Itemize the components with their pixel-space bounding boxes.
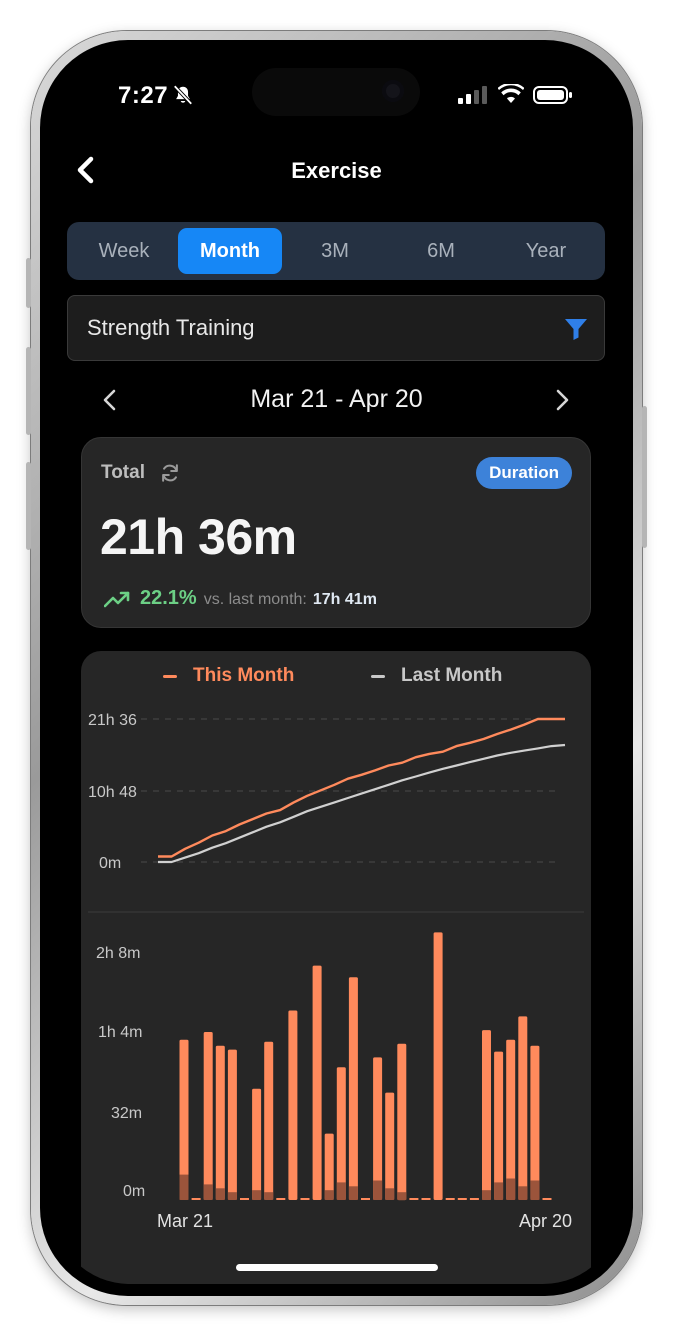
bar-day-20[interactable]: [409, 1198, 419, 1200]
page-title: Exercise: [291, 158, 382, 183]
funnel-icon[interactable]: [564, 317, 588, 341]
bar-overlay-day-13: [324, 1190, 334, 1200]
bar-day-11[interactable]: [300, 1198, 310, 1200]
bar-day-18[interactable]: [385, 1092, 395, 1200]
bar-day-19[interactable]: [397, 1043, 407, 1201]
last-month-line: [158, 743, 566, 864]
bar-day-15[interactable]: [348, 977, 358, 1200]
total-value: 21h 36m: [100, 509, 297, 565]
battery-icon: [533, 86, 572, 104]
bar-overlay-day-18: [385, 1188, 395, 1200]
bar-day-13[interactable]: [324, 1133, 334, 1200]
total-label: Total: [101, 462, 145, 483]
cellular-signal-icon: [458, 86, 487, 104]
bar-overlay-day-27: [494, 1182, 504, 1200]
bar-overlay-day-29: [518, 1186, 528, 1200]
total-summary-card: Total Duration 21h 36m 22.1% vs. last mo…: [81, 437, 591, 628]
bar-day-22[interactable]: [433, 932, 443, 1200]
chart-card: This Month Last Month 21h 36 10h 48 0m 2…: [81, 651, 591, 1284]
trending-up-icon: [104, 591, 130, 607]
bar-day-21[interactable]: [421, 1198, 431, 1200]
bar-overlay-day-5: [227, 1192, 237, 1200]
bar-day-12[interactable]: [312, 965, 322, 1200]
y-tick-line-top: 21h 36: [88, 712, 137, 729]
bar-overlay-day-1: [179, 1174, 189, 1200]
bar-day-27[interactable]: [494, 1051, 504, 1200]
bar-day-7[interactable]: [252, 1088, 262, 1200]
bar-day-9[interactable]: [276, 1198, 286, 1200]
bar-overlay-day-14: [336, 1182, 346, 1200]
bar-day-31[interactable]: [542, 1198, 552, 1200]
bar-day-8[interactable]: [264, 1041, 274, 1200]
bar-day-25[interactable]: [469, 1198, 479, 1200]
side-button-volume-up: [26, 347, 31, 435]
refresh-icon[interactable]: [159, 462, 181, 484]
bar-overlay-day-3: [203, 1184, 213, 1200]
y-tick-bar-3: 0m: [123, 1183, 145, 1200]
front-camera: [382, 80, 404, 102]
bar-day-4[interactable]: [215, 1045, 225, 1200]
y-tick-line-mid: 10h 48: [88, 784, 137, 801]
y-tick-line-zero: 0m: [99, 855, 121, 872]
bell-slash-icon: [173, 85, 193, 105]
y-tick-bar-1: 1h 4m: [98, 1024, 142, 1041]
bar-overlay-day-17: [373, 1180, 383, 1200]
bar-overlay-day-15: [348, 1186, 358, 1200]
home-indicator: [236, 1264, 438, 1271]
segment-month[interactable]: Month: [178, 228, 282, 274]
exercise-charts: 21h 36 10h 48 0m 2h 8m 1h 4m 32m 0m Mar …: [88, 712, 584, 1231]
segment-year[interactable]: Year: [494, 228, 598, 274]
bar-overlay-day-8: [264, 1192, 274, 1200]
screen: 7:27 Exercise Week Month 3M 6M Year Stre…: [52, 52, 621, 1284]
next-range-chevron-right-icon[interactable]: [552, 386, 572, 414]
activity-filter-select[interactable]: Strength Training: [67, 295, 605, 361]
bar-overlay-day-30: [530, 1180, 540, 1200]
last-month-value: 17h 41m: [312, 591, 377, 608]
bar-day-26[interactable]: [482, 1030, 491, 1200]
bar-day-24[interactable]: [457, 1198, 467, 1200]
trend-row: 22.1% vs. last month: 17h 41m: [104, 587, 377, 610]
daily-bar-chart: 2h 8m 1h 4m 32m 0m Mar 21 Apr 20: [96, 932, 572, 1231]
y-tick-bar-0: 2h 8m: [96, 945, 140, 962]
bars-group: [179, 932, 552, 1201]
wifi-icon: [498, 84, 524, 103]
side-button-mute: [26, 258, 31, 308]
bar-overlay-day-19: [397, 1192, 407, 1200]
bar-day-23[interactable]: [445, 1198, 455, 1200]
x-tick-end: Apr 20: [519, 1211, 572, 1231]
y-tick-bar-2: 32m: [111, 1105, 142, 1122]
segment-6m[interactable]: 6M: [389, 228, 493, 274]
status-time: 7:27: [118, 82, 169, 109]
bar-day-16[interactable]: [361, 1198, 370, 1200]
metric-duration-badge[interactable]: Duration: [476, 457, 572, 489]
bar-day-29[interactable]: [518, 1016, 528, 1200]
bar-day-3[interactable]: [203, 1032, 213, 1200]
cumulative-line-chart: 21h 36 10h 48 0m: [88, 712, 566, 872]
bar-day-10[interactable]: [288, 1010, 298, 1201]
side-button-power: [642, 406, 647, 548]
x-tick-start: Mar 21: [157, 1211, 213, 1231]
bar-overlay-day-4: [215, 1188, 225, 1200]
segment-week[interactable]: Week: [72, 228, 176, 274]
segment-3m[interactable]: 3M: [283, 228, 387, 274]
period-segmented-control: Week Month 3M 6M Year: [67, 222, 605, 280]
bar-day-28[interactable]: [506, 1039, 516, 1200]
vs-last-month-label: vs. last month:: [203, 591, 307, 608]
bar-day-6[interactable]: [240, 1198, 249, 1200]
bar-overlay-day-7: [252, 1190, 262, 1200]
bar-overlay-day-26: [482, 1190, 491, 1200]
bar-day-5[interactable]: [227, 1049, 237, 1200]
change-percent: 22.1%: [140, 587, 197, 609]
bar-day-2[interactable]: [191, 1198, 201, 1200]
bar-day-14[interactable]: [336, 1067, 346, 1200]
filter-value: Strength Training: [87, 315, 255, 340]
this-month-line: [158, 717, 565, 858]
bar-day-17[interactable]: [373, 1057, 383, 1200]
side-button-volume-down: [26, 462, 31, 550]
bar-overlay-day-28: [506, 1178, 516, 1200]
bar-day-30[interactable]: [530, 1045, 540, 1200]
date-range-label: Mar 21 - Apr 20: [250, 385, 423, 413]
